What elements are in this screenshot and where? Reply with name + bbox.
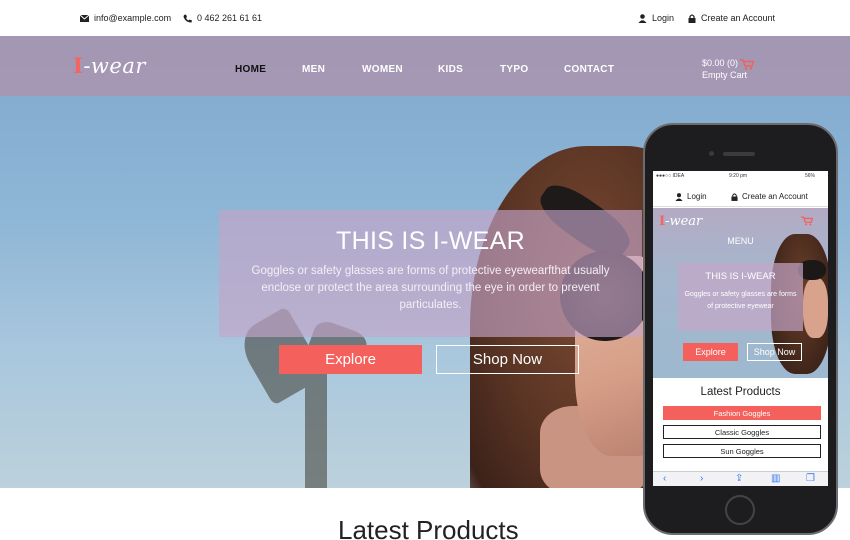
- phone-status-bar: ●●●○○ IDEA 9:20 pm 56%: [653, 171, 828, 181]
- phone-hero-title: THIS IS I-WEAR: [705, 271, 776, 282]
- nav-men[interactable]: MEN: [302, 64, 325, 75]
- logo-i: I: [73, 53, 84, 78]
- bookmarks-icon[interactable]: ▥: [771, 473, 780, 484]
- email-link[interactable]: info@example.com: [80, 13, 171, 23]
- phone-hero-panel: THIS IS I-WEAR Goggles or safety glasses…: [678, 263, 803, 331]
- phone-icon: [183, 14, 192, 23]
- lock-icon: [731, 192, 738, 201]
- nav-home[interactable]: HOME: [235, 64, 266, 75]
- phone-camera: [709, 151, 714, 156]
- phone-product-tab[interactable]: Sun Goggles: [663, 444, 821, 458]
- statue-image: [234, 306, 390, 488]
- hero-text: Goggles or safety glasses are forms of p…: [251, 265, 610, 311]
- phone-link[interactable]: 0 462 261 61 61: [183, 13, 262, 23]
- phone-model-face-image: [803, 278, 828, 338]
- hero-caption-panel: THIS IS I-WEAR Goggles or safety glasses…: [219, 210, 642, 337]
- phone-browser-toolbar: ‹ › ⇪ ▥ ❐: [653, 471, 828, 486]
- user-icon: [638, 13, 647, 23]
- status-time: 9:20 pm: [729, 173, 748, 179]
- phone-home-button: [725, 495, 755, 525]
- phone-login-text: Login: [687, 192, 707, 201]
- phone-account-bar: Login Create an Account: [653, 183, 828, 207]
- phone-product-tab[interactable]: Fashion Goggles: [663, 406, 821, 420]
- phone-text: 0 462 261 61 61: [197, 13, 263, 23]
- tabs-icon[interactable]: ❐: [806, 473, 815, 484]
- cart-status: Empty Cart: [702, 70, 748, 80]
- forward-icon[interactable]: ›: [700, 473, 703, 484]
- phone-mockup: ●●●○○ IDEA 9:20 pm 56% Login Create an A…: [643, 123, 838, 535]
- phone-hero: I-wear MENU THIS IS I-WEAR Goggles or sa…: [653, 208, 828, 378]
- hero-title: THIS IS I-WEAR: [336, 227, 525, 255]
- phone-latest-heading: Latest Products: [700, 386, 781, 398]
- lock-icon: [688, 13, 696, 23]
- explore-button[interactable]: Explore: [279, 345, 422, 374]
- latest-products-heading: Latest Products: [338, 515, 519, 540]
- phone-speaker: [723, 152, 755, 156]
- cart-widget[interactable]: $0.00 (0) Empty Cart: [702, 57, 754, 81]
- cart-icon: [740, 59, 754, 70]
- nav-women[interactable]: WOMEN: [362, 64, 403, 75]
- nav-contact[interactable]: CONTACT: [564, 64, 614, 75]
- nav-typo[interactable]: TYPO: [500, 64, 528, 75]
- phone-logo[interactable]: I-wear: [659, 214, 702, 229]
- page: info@example.com 0 462 261 61 61 Login C…: [0, 0, 850, 540]
- phone-login-link[interactable]: Login: [675, 192, 707, 201]
- nav-kids[interactable]: KIDS: [438, 64, 463, 75]
- create-account-text: Create an Account: [701, 13, 776, 23]
- logo-text: -wear: [83, 54, 146, 78]
- login-link[interactable]: Login: [638, 13, 674, 23]
- email-text: info@example.com: [94, 13, 172, 23]
- login-text: Login: [652, 13, 675, 23]
- create-account-link[interactable]: Create an Account: [688, 13, 775, 23]
- shop-now-button[interactable]: Shop Now: [436, 345, 579, 374]
- mail-icon: [80, 14, 89, 22]
- phone-hero-text: Goggles or safety glasses are forms of p…: [684, 291, 797, 310]
- back-icon[interactable]: ‹: [663, 473, 666, 484]
- phone-menu-button[interactable]: MENU: [653, 236, 828, 246]
- phone-explore-button[interactable]: Explore: [683, 343, 738, 361]
- phone-product-tab[interactable]: Classic Goggles: [663, 425, 821, 439]
- phone-screen: ●●●○○ IDEA 9:20 pm 56% Login Create an A…: [653, 171, 828, 486]
- phone-logo-text: -wear: [665, 214, 703, 229]
- main-navbar: I-wear HOME MEN WOMEN KIDS TYPO CONTACT …: [0, 36, 850, 96]
- phone-shop-now-button[interactable]: Shop Now: [747, 343, 802, 361]
- site-logo[interactable]: I-wear: [73, 53, 146, 78]
- user-icon: [675, 192, 683, 201]
- phone-create-account-text: Create an Account: [742, 192, 808, 201]
- top-bar: info@example.com 0 462 261 61 61 Login C…: [0, 0, 850, 36]
- status-carrier: ●●●○○ IDEA: [656, 173, 685, 179]
- share-icon[interactable]: ⇪: [735, 473, 743, 484]
- status-battery: 56%: [805, 173, 816, 179]
- phone-cart-icon[interactable]: [801, 216, 813, 226]
- phone-create-account-link[interactable]: Create an Account: [731, 192, 808, 201]
